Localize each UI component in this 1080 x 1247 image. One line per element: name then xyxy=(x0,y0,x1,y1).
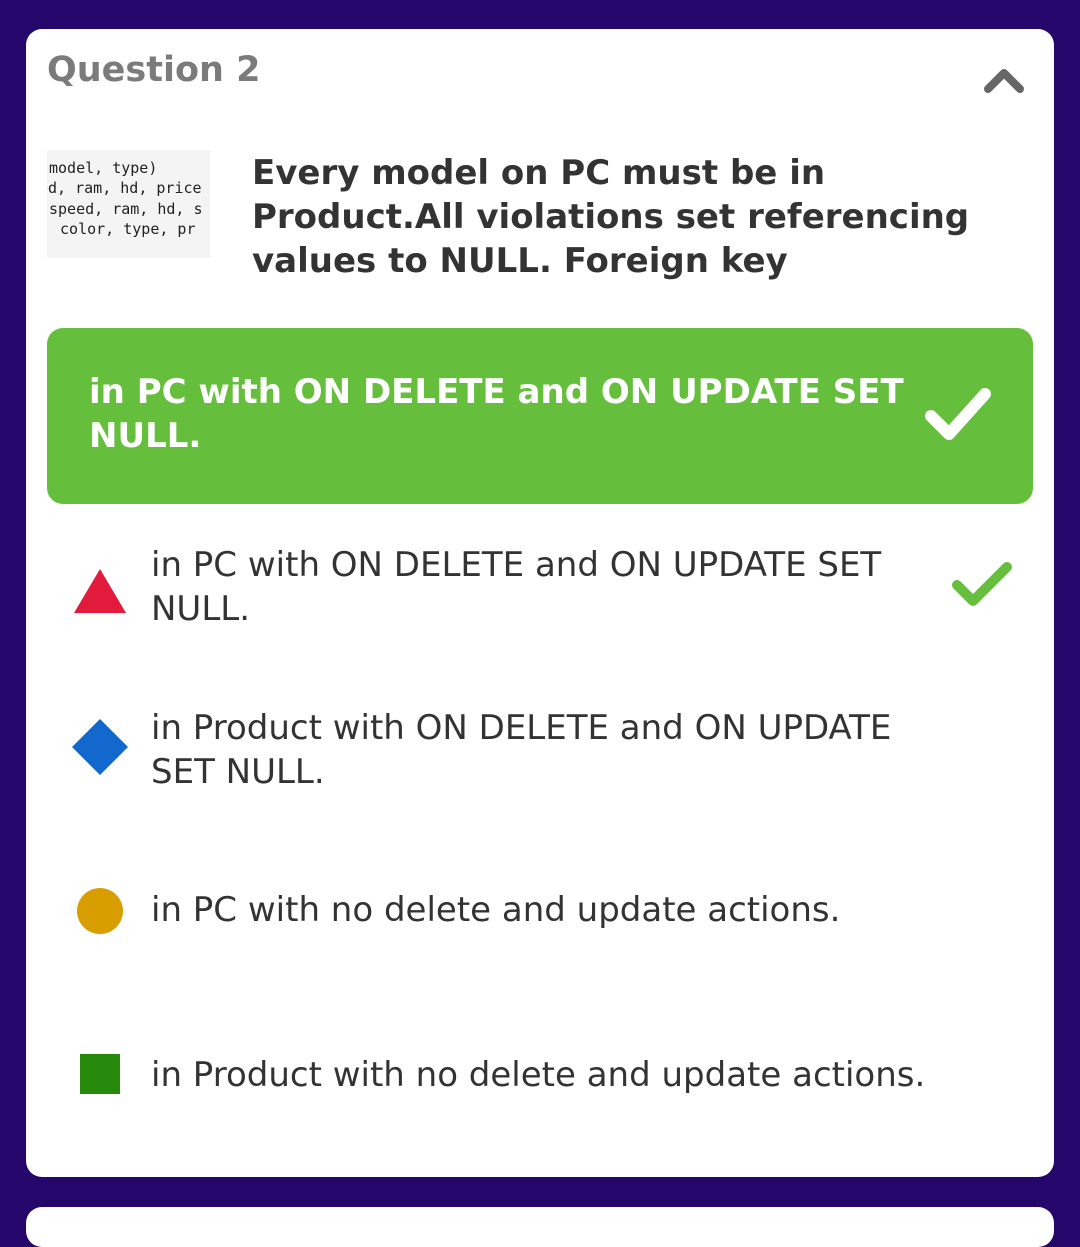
triangle-icon xyxy=(74,569,126,613)
check-icon xyxy=(952,562,1012,606)
question-image: model, type) ed, ram, hd, price speed, r… xyxy=(47,150,210,258)
next-question-card xyxy=(26,1207,1054,1247)
answer-option-circle[interactable]: in PC with no delete and update actions. xyxy=(47,884,1033,944)
question-text: Every model on PC must be in Product.All… xyxy=(252,153,970,281)
question-image-text: color, type, pr xyxy=(51,220,196,238)
question-title: Question 2 xyxy=(47,50,261,90)
diamond-icon xyxy=(72,719,128,775)
question-image-text: ed, ram, hd, price xyxy=(47,179,202,197)
check-icon xyxy=(925,388,991,440)
circle-icon xyxy=(77,888,123,934)
question-card: Question 2 model, type) ed, ram, hd, pri… xyxy=(26,29,1054,1177)
answer-option-square[interactable]: in Product with no delete and update act… xyxy=(47,1047,1033,1107)
square-icon xyxy=(80,1054,120,1094)
answer-option-label: in Product with ON DELETE and ON UPDATE … xyxy=(151,708,892,792)
question-image-text: speed, ram, hd, s xyxy=(49,200,203,218)
correct-answer-banner: in PC with ON DELETE and ON UPDATE SET N… xyxy=(47,328,1033,504)
chevron-up-icon xyxy=(984,69,1024,93)
answer-option-diamond[interactable]: in Product with ON DELETE and ON UPDATE … xyxy=(47,704,1033,804)
answer-option-triangle[interactable]: in PC with ON DELETE and ON UPDATE SET N… xyxy=(47,541,1033,641)
answer-option-label: in PC with ON DELETE and ON UPDATE SET N… xyxy=(151,545,882,629)
answer-option-label: in PC with no delete and update actions. xyxy=(151,890,841,930)
collapse-button[interactable] xyxy=(978,57,1030,101)
question-image-text: model, type) xyxy=(49,159,158,177)
correct-answer-text: in PC with ON DELETE and ON UPDATE SET N… xyxy=(89,372,904,456)
answer-option-label: in Product with no delete and update act… xyxy=(151,1055,926,1095)
